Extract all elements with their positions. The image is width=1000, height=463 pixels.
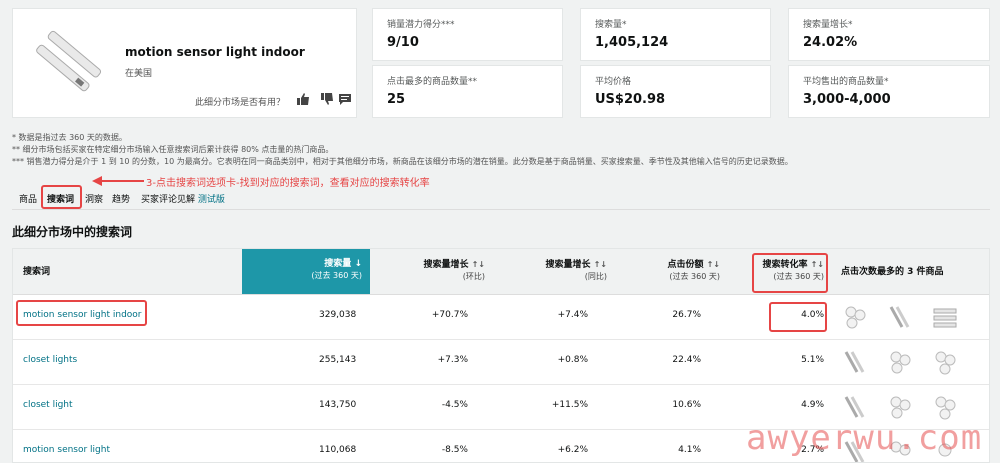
header-label: 搜索量增长 — [545, 260, 591, 270]
product-thumbnail-icon[interactable] — [888, 393, 912, 421]
click-share-value: 26.7% — [672, 310, 701, 320]
tab-review-insights-label: 买家评论见解 — [141, 195, 196, 205]
sort-icon: ↑↓ — [471, 260, 485, 269]
product-thumbnail-icon[interactable] — [843, 393, 867, 421]
watermark: awyerwu.com — [746, 418, 983, 458]
keyword-link[interactable]: closet light — [23, 400, 73, 410]
thumbs-down-icon[interactable] — [320, 92, 334, 106]
header-sub: (过去 360 天) — [669, 272, 720, 281]
search-volume-value: 110,068 — [319, 445, 357, 455]
growth-yoy-value: +7.4% — [557, 310, 588, 320]
sort-icon: ↑↓ — [706, 260, 720, 269]
footnotes: * 数据是指过去 360 天的数据。 ** 细分市场包括买家在特定细分市场输入任… — [12, 132, 793, 168]
thumbs-up-icon[interactable] — [296, 92, 310, 106]
tab-trends[interactable]: 趋势 — [112, 192, 130, 205]
conversion-value: 5.1% — [801, 355, 824, 365]
product-card: motion sensor light indoor 在美国 此细分市场是否有用… — [12, 8, 357, 118]
growth-mom-value: -8.5% — [441, 445, 468, 455]
section-title: 此细分市场中的搜索词 — [12, 225, 133, 239]
metric-label: 点击最多的商品数量** — [387, 77, 478, 87]
header-label: 搜索量增长 — [423, 260, 469, 270]
header-growth-mom[interactable]: 搜索量增长 ↑↓ (环比) — [393, 259, 485, 282]
metric-value: 9/10 — [387, 35, 419, 50]
header-sub: (过去 360 天) — [311, 271, 362, 280]
sort-icon: ↑↓ — [593, 260, 607, 269]
metric-value: 3,000-4,000 — [803, 92, 891, 107]
metric-value: 1,405,124 — [595, 35, 669, 50]
product-thumbnail-icon[interactable] — [843, 348, 867, 376]
table-row: closet lights 255,143 +7.3% +0.8% 22.4% … — [13, 340, 989, 385]
header-sub: (环比) — [462, 272, 485, 281]
metric-label: 搜索量增长* — [803, 20, 853, 30]
header-growth-yoy[interactable]: 搜索量增长 ↑↓ (同比) — [505, 259, 607, 282]
metric-label: 平均价格 — [595, 77, 632, 87]
annotation-highlight-keyword — [16, 300, 147, 326]
keyword-link[interactable]: motion sensor light — [23, 445, 110, 455]
metric-top-clicked-count: 点击最多的商品数量** 25 — [372, 65, 563, 118]
metric-units-sold: 平均售出的商品数量* 3,000-4,000 — [788, 65, 990, 118]
header-top-products: 点击次数最多的 3 件商品 — [841, 267, 944, 277]
product-thumbnail-icon[interactable] — [933, 348, 957, 376]
metric-search-growth: 搜索量增长* 24.02% — [788, 8, 990, 61]
comment-icon[interactable] — [338, 92, 352, 106]
product-thumbnail-icon[interactable] — [888, 348, 912, 376]
table-row: motion sensor light indoor 329,038 +70.7… — [13, 295, 989, 340]
annotation-highlight-conversion-header — [752, 253, 828, 293]
metric-label: 平均售出的商品数量* — [803, 77, 889, 87]
metric-value: 24.02% — [803, 35, 858, 50]
tab-products[interactable]: 商品 — [19, 192, 37, 205]
product-title: motion sensor light indoor — [125, 45, 305, 59]
footnote: *** 销售潜力得分是介于 1 到 10 的分数，10 为最高分。它表明在同一商… — [12, 157, 793, 166]
metric-value: 25 — [387, 92, 406, 107]
metric-sales-potential: 销量潜力得分*** 9/10 — [372, 8, 563, 61]
growth-mom-value: +7.3% — [437, 355, 468, 365]
growth-yoy-value: +6.2% — [557, 445, 588, 455]
header-sub: (同比) — [584, 272, 607, 281]
product-thumbnail-icon[interactable] — [843, 303, 867, 331]
annotation-highlight-conversion-value — [769, 302, 827, 332]
product-thumbnail-icon[interactable] — [888, 303, 912, 331]
search-volume-value: 143,750 — [319, 400, 357, 410]
growth-yoy-value: +0.8% — [557, 355, 588, 365]
tab-bar: 商品 搜索词 洞察 趋势 买家评论见解 测试版 — [12, 185, 990, 210]
metric-average-price: 平均价格 US$20.98 — [580, 65, 771, 118]
header-click-share[interactable]: 点击份额 ↑↓ (过去 360 天) — [623, 259, 720, 282]
click-share-value: 22.4% — [672, 355, 701, 365]
search-volume-value: 255,143 — [319, 355, 357, 365]
annotation-highlight-tab — [41, 185, 82, 209]
footnote: * 数据是指过去 360 天的数据。 — [12, 133, 127, 142]
click-share-value: 4.1% — [678, 445, 701, 455]
header-label: 点击份额 — [667, 260, 704, 270]
product-thumbnail-icon[interactable] — [933, 393, 957, 421]
footnote: ** 细分市场包括买家在特定细分市场输入任意搜索词后累计获得 80% 点击量的热… — [12, 145, 334, 154]
product-thumbnail — [36, 30, 102, 92]
product-thumbnail-icon[interactable] — [933, 303, 957, 331]
tab-insights[interactable]: 洞察 — [85, 192, 103, 205]
growth-yoy-value: +11.5% — [551, 400, 588, 410]
product-marketplace: 在美国 — [125, 69, 153, 79]
helpful-question: 此细分市场是否有用？ — [195, 98, 286, 108]
metric-search-volume: 搜索量* 1,405,124 — [580, 8, 771, 61]
click-share-value: 10.6% — [672, 400, 701, 410]
header-keyword[interactable]: 搜索词 — [23, 267, 50, 278]
header-search-volume[interactable]: 搜索量 ↓ (过去 360 天) — [242, 249, 370, 294]
metric-value: US$20.98 — [595, 92, 666, 107]
metric-label: 销量潜力得分*** — [387, 20, 455, 30]
search-volume-value: 329,038 — [319, 310, 357, 320]
tab-review-insights[interactable]: 买家评论见解 测试版 — [141, 192, 225, 205]
keyword-link[interactable]: closet lights — [23, 355, 77, 365]
metric-label: 搜索量* — [595, 20, 627, 30]
beta-badge: 测试版 — [197, 195, 225, 205]
growth-mom-value: -4.5% — [441, 400, 468, 410]
sort-arrow-icon: ↓ — [354, 259, 362, 269]
table-header: 搜索词 搜索量 ↓ (过去 360 天) 搜索量增长 ↑↓ (环比) 搜索量增长… — [13, 249, 989, 295]
growth-mom-value: +70.7% — [431, 310, 468, 320]
header-label: 搜索量 — [324, 259, 352, 269]
conversion-value: 4.9% — [801, 400, 824, 410]
